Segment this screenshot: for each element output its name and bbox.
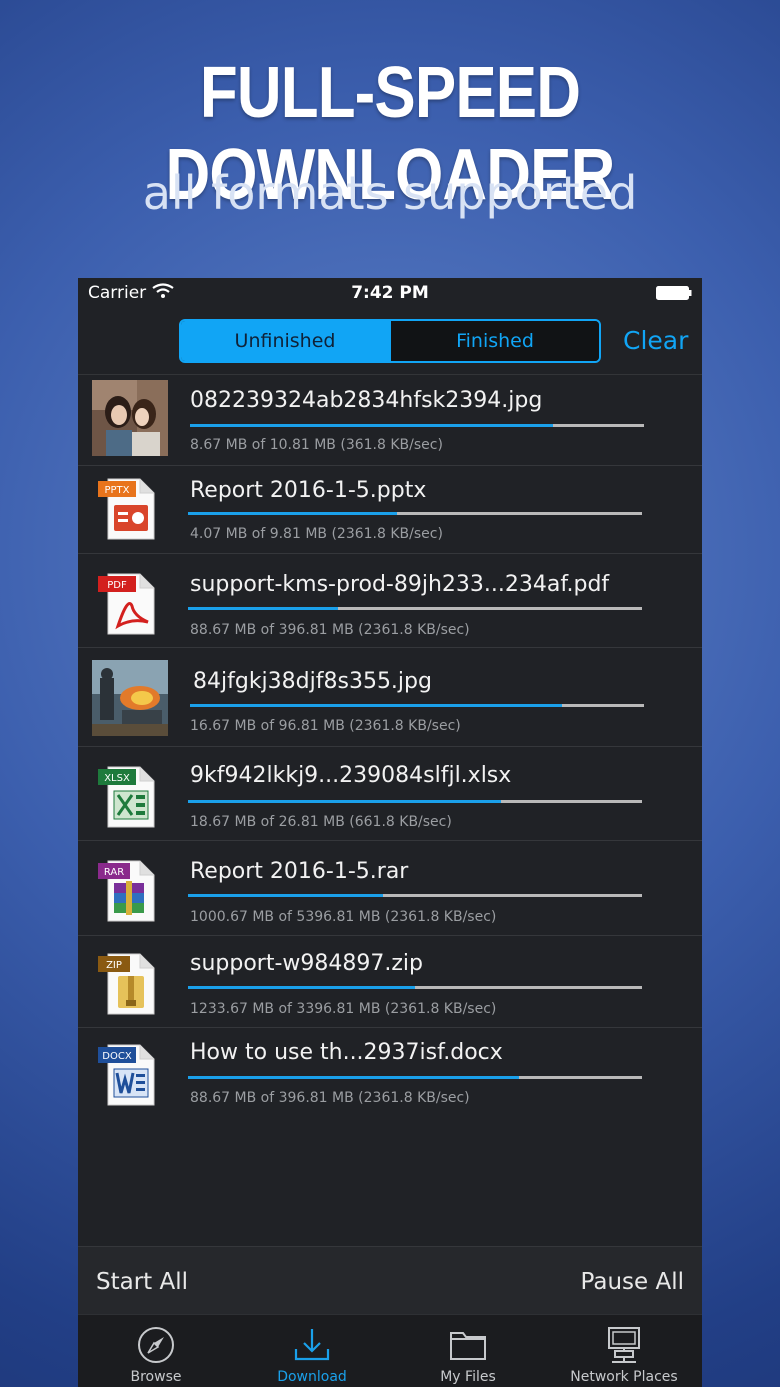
download-row[interactable]: ZIP support-w984897.zip 1233.67 MB of 33… [78, 936, 702, 1028]
file-name: support-w984897.zip [190, 951, 423, 976]
tab-bar: Browse Download My Files Network Places [78, 1314, 702, 1387]
promo-subheadline: all formats supported [142, 166, 638, 220]
progress-bar [190, 424, 644, 427]
progress-bar [188, 800, 642, 803]
progress-bar [190, 704, 644, 707]
progress-fill [188, 986, 415, 989]
progress-bar [188, 894, 642, 897]
file-name: support-kms-prod-89jh233...234af.pdf [190, 572, 610, 597]
file-name: 082239324ab2834hfsk2394.jpg [190, 388, 543, 413]
pptx-file-icon: PPTX [98, 478, 155, 540]
image-thumbnail [92, 380, 168, 456]
download-progress-text: 1233.67 MB of 3396.81 MB (2361.8 KB/sec) [190, 1001, 497, 1017]
progress-fill [188, 1076, 520, 1079]
image-thumbnail [92, 660, 168, 736]
download-row[interactable]: PPTX Report 2016-1-5.pptx 4.07 MB of 9.8… [78, 466, 702, 554]
file-badge: PDF [107, 580, 127, 591]
tab-label: Browse [130, 1369, 182, 1385]
download-progress-text: 88.67 MB of 396.81 MB (2361.8 KB/sec) [190, 1090, 470, 1106]
tab-label: My Files [440, 1369, 496, 1385]
clear-button[interactable]: Clear [623, 326, 688, 355]
download-row[interactable]: RAR Report 2016-1-5.rar 1000.67 MB of 53… [78, 841, 702, 936]
download-filter-segmented-control: Unfinished Finished [179, 319, 601, 363]
download-row[interactable]: 84jfgkj38djf8s355.jpg 16.67 MB of 96.81 … [78, 648, 702, 747]
download-row[interactable]: DOCX How to use th...2937isf.docx 88.67 … [78, 1028, 702, 1120]
tab-label: Download [277, 1369, 347, 1385]
status-bar: Carrier 7:42 PM [78, 278, 702, 308]
download-row[interactable]: XLSX 9kf942lkkj9...239084slfjl.xlsx 18.6… [78, 747, 702, 841]
progress-fill [188, 800, 502, 803]
tab-finished[interactable]: Finished [389, 321, 599, 361]
file-name: Report 2016-1-5.pptx [190, 478, 427, 503]
download-progress-text: 16.67 MB of 96.81 MB (2361.8 KB/sec) [190, 718, 461, 734]
network-computer-icon [608, 1327, 640, 1363]
progress-fill [190, 704, 563, 707]
file-name: How to use th...2937isf.docx [190, 1040, 503, 1065]
progress-bar [188, 1076, 642, 1079]
zip-file-icon: ZIP [98, 953, 155, 1015]
file-badge: XLSX [104, 773, 130, 784]
file-badge: ZIP [106, 960, 122, 971]
progress-bar [188, 512, 642, 515]
compass-icon [138, 1327, 174, 1363]
folder-icon [450, 1332, 486, 1360]
progress-fill [188, 512, 397, 515]
download-progress-text: 88.67 MB of 396.81 MB (2361.8 KB/sec) [190, 622, 470, 638]
status-time: 7:42 PM [351, 283, 429, 303]
progress-fill [190, 424, 554, 427]
file-badge: RAR [104, 867, 124, 878]
download-row[interactable]: PDF support-kms-prod-89jh233...234af.pdf… [78, 554, 702, 648]
download-progress-text: 1000.67 MB of 5396.81 MB (2361.8 KB/sec) [190, 909, 497, 925]
rar-file-icon: RAR [98, 860, 155, 922]
tab-unfinished[interactable]: Unfinished [181, 321, 389, 361]
file-name: Report 2016-1-5.rar [190, 859, 409, 884]
tab-my-files[interactable]: My Files [390, 1315, 546, 1387]
download-row[interactable]: 082239324ab2834hfsk2394.jpg 8.67 MB of 1… [78, 375, 702, 466]
tab-label: Network Places [570, 1369, 678, 1385]
start-all-button[interactable]: Start All [96, 1269, 188, 1295]
progress-fill [188, 894, 384, 897]
download-progress-text: 4.07 MB of 9.81 MB (2361.8 KB/sec) [190, 526, 443, 542]
tab-browse[interactable]: Browse [78, 1315, 234, 1387]
progress-bar [188, 986, 642, 989]
progress-bar [188, 607, 642, 610]
file-badge: DOCX [102, 1051, 132, 1062]
tab-network-places[interactable]: Network Places [546, 1315, 702, 1387]
pdf-file-icon: PDF [98, 573, 155, 635]
download-icon [294, 1329, 330, 1361]
file-name: 84jfgkj38djf8s355.jpg [193, 669, 432, 694]
file-badge: PPTX [104, 485, 129, 496]
download-progress-text: 8.67 MB of 10.81 MB (361.8 KB/sec) [190, 437, 443, 453]
progress-fill [188, 607, 338, 610]
bulk-actions-bar: Start All Pause All [78, 1246, 702, 1314]
download-progress-text: 18.67 MB of 26.81 MB (661.8 KB/sec) [190, 814, 452, 830]
phone-screen: Carrier 7:42 PM Unfinished Finished Clea… [78, 278, 702, 1387]
xlsx-file-icon: XLSX [98, 766, 155, 828]
battery-icon [656, 286, 692, 300]
file-name: 9kf942lkkj9...239084slfjl.xlsx [190, 763, 512, 788]
pause-all-button[interactable]: Pause All [581, 1269, 684, 1295]
tab-download[interactable]: Download [234, 1315, 390, 1387]
docx-file-icon: DOCX [98, 1044, 155, 1106]
